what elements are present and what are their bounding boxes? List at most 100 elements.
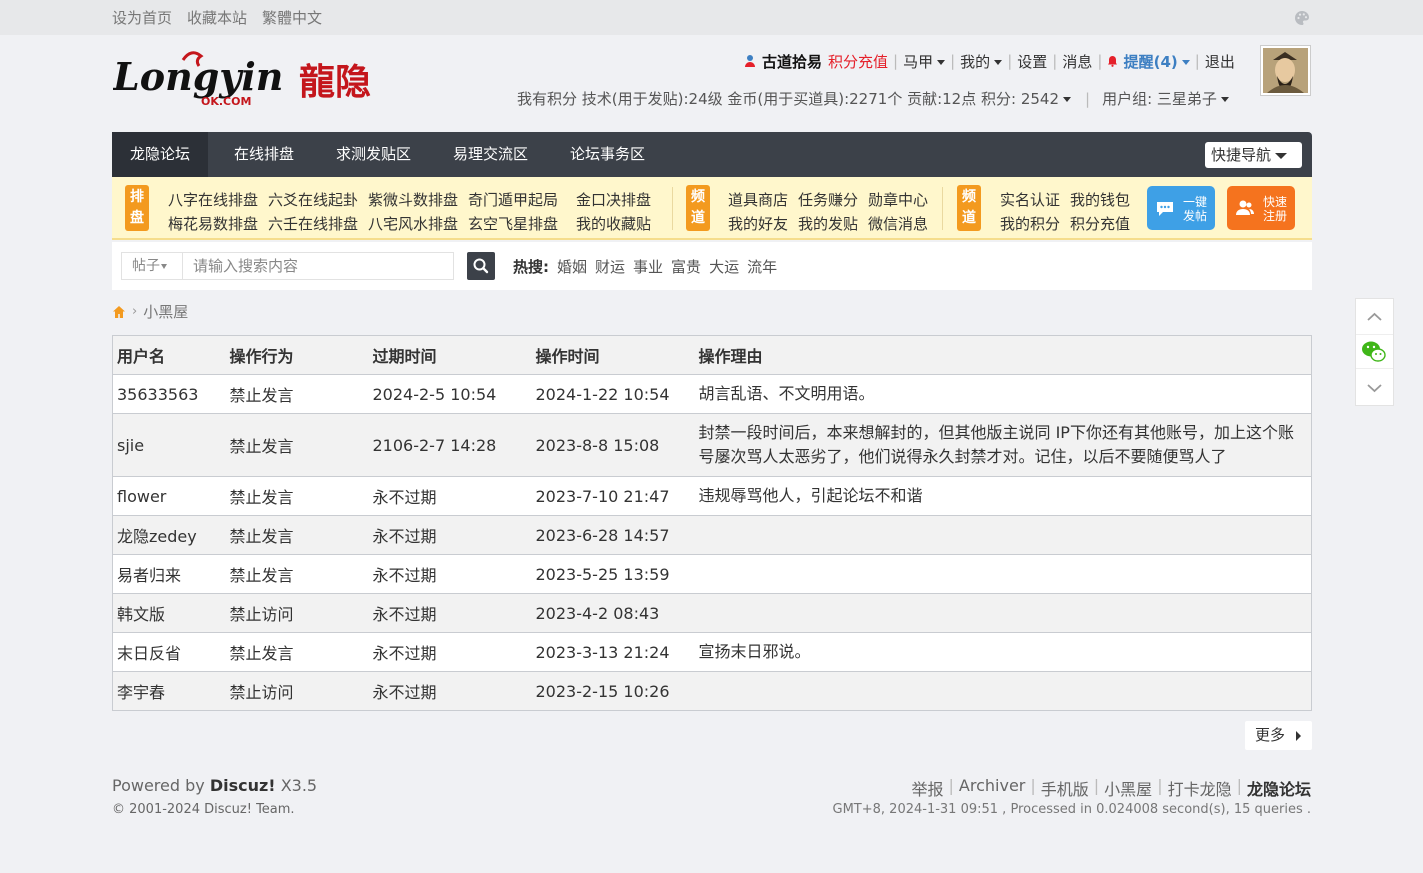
set-homepage-link[interactable]: 设为首页 bbox=[112, 7, 172, 28]
powered-prefix: Powered by bbox=[112, 776, 210, 795]
site-logo[interactable]: Longyin OK.COM 龍隐 bbox=[112, 50, 383, 110]
search-button[interactable] bbox=[467, 252, 495, 280]
more-button[interactable]: 更多 bbox=[1245, 721, 1312, 750]
chevron-down-icon bbox=[1275, 152, 1288, 159]
cell-reason bbox=[694, 593, 1312, 633]
discuz-link[interactable]: Discuz! bbox=[210, 776, 276, 795]
powered-by: Powered by Discuz! X3.5 bbox=[112, 776, 317, 795]
copyright: © 2001-2024 Discuz! Team. bbox=[112, 802, 295, 817]
quick-post-button[interactable]: 一键 发帖 bbox=[1147, 186, 1215, 230]
home-icon[interactable] bbox=[112, 305, 126, 319]
cell-action: 禁止发言 bbox=[225, 476, 369, 516]
top-links: 设为首页 收藏本站 繁體中文 bbox=[112, 7, 322, 28]
cell-reason bbox=[694, 671, 1312, 711]
nav-tab-affairs[interactable]: 论坛事务区 bbox=[552, 132, 663, 177]
my-menu[interactable]: 我的 bbox=[960, 51, 1003, 72]
nav-tab-online-chart[interactable]: 在线排盘 bbox=[216, 132, 312, 177]
usergroup-menu[interactable]: 用户组: 三星弟子 bbox=[1102, 88, 1229, 109]
search-input[interactable] bbox=[182, 252, 454, 280]
recharge-link[interactable]: 积分充值 bbox=[828, 51, 888, 72]
breadcrumb: › 小黑屋 bbox=[112, 301, 188, 322]
sublink-medals[interactable]: 勋章中心 bbox=[868, 189, 928, 210]
hot-search-item[interactable]: 富贵 bbox=[671, 256, 701, 277]
cell-username[interactable]: 韩文版 bbox=[112, 593, 226, 633]
quick-nav-button[interactable]: 快捷导航 bbox=[1205, 142, 1302, 168]
sublink-xuankong[interactable]: 玄空飞星排盘 bbox=[468, 213, 558, 234]
nav-tab-forum[interactable]: 龙隐论坛 bbox=[112, 132, 209, 177]
cell-username[interactable]: 末日反省 bbox=[112, 632, 226, 672]
user-info-bar: 古道拾易 积分充值 | 马甲 | 我的 | 设置 | 消息 | 提醒(4) | … bbox=[744, 50, 1235, 72]
chevron-down-icon bbox=[937, 59, 946, 65]
main-nav: 龙隐论坛 在线排盘 求测发贴区 易理交流区 论坛事务区 快捷导航 bbox=[112, 132, 1312, 177]
site-name-link[interactable]: 龙隐论坛 bbox=[1247, 780, 1311, 799]
logout-link[interactable]: 退出 bbox=[1205, 51, 1235, 72]
report-link[interactable]: 举报 bbox=[912, 776, 944, 800]
blacklist-link[interactable]: 小黑屋 bbox=[1104, 776, 1152, 800]
quick-post-label: 一键 发帖 bbox=[1182, 195, 1207, 223]
sublink-meihua[interactable]: 梅花易数排盘 bbox=[168, 213, 258, 234]
hot-search-item[interactable]: 事业 bbox=[633, 256, 663, 277]
username-link[interactable]: 古道拾易 bbox=[762, 51, 822, 72]
cell-username[interactable]: flower bbox=[112, 476, 226, 516]
sublink-favorites[interactable]: 我的收藏贴 bbox=[576, 213, 651, 234]
chevron-right-icon bbox=[1296, 731, 1301, 741]
messages-link[interactable]: 消息 bbox=[1062, 51, 1092, 72]
cell-reason bbox=[694, 515, 1312, 555]
cell-time: 2023-2-15 10:26 bbox=[531, 671, 695, 711]
sublink-bazi[interactable]: 八字在线排盘 bbox=[168, 189, 258, 210]
my-menu-label: 我的 bbox=[960, 52, 991, 71]
bookmark-site-link[interactable]: 收藏本站 bbox=[187, 7, 247, 28]
sublink-wallet[interactable]: 我的钱包 bbox=[1070, 189, 1130, 210]
sublink-tasks[interactable]: 任务赚分 bbox=[798, 189, 858, 210]
settings-link[interactable]: 设置 bbox=[1017, 51, 1047, 72]
sublink-bazhai[interactable]: 八宅风水排盘 bbox=[368, 213, 458, 234]
sublink-my-posts[interactable]: 我的发贴 bbox=[798, 213, 858, 234]
table-row: flower 禁止发言 永不过期 2023-7-10 21:47 违规辱骂他人，… bbox=[112, 476, 1312, 516]
cell-username[interactable]: 易者归来 bbox=[112, 554, 226, 594]
sublink-my-credits[interactable]: 我的积分 bbox=[1000, 213, 1060, 234]
hot-search-item[interactable]: 大运 bbox=[709, 256, 739, 277]
cell-time: 2023-4-2 08:43 bbox=[531, 593, 695, 633]
cell-username[interactable]: sjie bbox=[112, 413, 226, 477]
search-type-select[interactable]: 帖子 bbox=[121, 252, 182, 280]
sublink-friends[interactable]: 我的好友 bbox=[728, 213, 788, 234]
archiver-link[interactable]: Archiver bbox=[959, 776, 1025, 800]
quick-register-button[interactable]: 快速 注册 bbox=[1227, 186, 1295, 230]
scroll-top-button[interactable] bbox=[1356, 299, 1393, 334]
col-header-time: 操作时间 bbox=[531, 335, 695, 375]
table-header-row: 用户名 操作行为 过期时间 操作时间 操作理由 bbox=[112, 335, 1312, 375]
palette-icon[interactable] bbox=[1294, 10, 1310, 26]
cell-username[interactable]: 李宇春 bbox=[112, 671, 226, 711]
col-header-reason: 操作理由 bbox=[694, 335, 1312, 375]
cell-time: 2024-1-22 10:54 bbox=[531, 374, 695, 414]
scroll-bottom-button[interactable] bbox=[1356, 370, 1393, 405]
sublink-jinkou[interactable]: 金口决排盘 bbox=[576, 189, 651, 210]
hot-search-item[interactable]: 婚姻 bbox=[557, 256, 587, 277]
hot-search-item[interactable]: 财运 bbox=[595, 256, 625, 277]
sublink-ziwei[interactable]: 紫微斗数排盘 bbox=[368, 189, 458, 210]
sublink-wechat[interactable]: 微信消息 bbox=[868, 213, 928, 234]
cell-username[interactable]: 龙隐zedey bbox=[112, 515, 226, 555]
table-row: 35633563 禁止发言 2024-2-5 10:54 2024-1-22 1… bbox=[112, 374, 1312, 414]
sublink-recharge[interactable]: 积分充值 bbox=[1070, 213, 1130, 234]
credits-menu[interactable]: 我有积分 技术(用于发贴):24级 金币(用于买道具):2271个 贡献:12点… bbox=[517, 88, 1071, 109]
traditional-chinese-link[interactable]: 繁體中文 bbox=[262, 7, 322, 28]
avatar[interactable] bbox=[1260, 45, 1311, 96]
nav-tab-request[interactable]: 求测发贴区 bbox=[318, 132, 429, 177]
mobile-link[interactable]: 手机版 bbox=[1041, 776, 1089, 800]
wechat-button[interactable] bbox=[1356, 334, 1393, 369]
cell-reason: 封禁一段时间后，本来想解封的，但其他版主说同 IP下你还有其他账号，加上这个账号… bbox=[694, 413, 1312, 477]
sublink-verify[interactable]: 实名认证 bbox=[1000, 189, 1060, 210]
sublink-liuren[interactable]: 六壬在线排盘 bbox=[268, 213, 358, 234]
nav-tab-exchange[interactable]: 易理交流区 bbox=[435, 132, 546, 177]
hot-search-item[interactable]: 流年 bbox=[747, 256, 777, 277]
cell-username[interactable]: 35633563 bbox=[112, 374, 226, 414]
sublink-shop[interactable]: 道具商店 bbox=[728, 189, 788, 210]
sockpuppet-menu[interactable]: 马甲 bbox=[903, 51, 946, 72]
reminder-menu[interactable]: 提醒(4) bbox=[1107, 51, 1190, 72]
sublink-qimen[interactable]: 奇门遁甲起局 bbox=[468, 189, 558, 210]
checkin-link[interactable]: 打卡龙隐 bbox=[1168, 776, 1232, 800]
breadcrumb-separator-icon: › bbox=[132, 304, 138, 319]
sublink-liuyao[interactable]: 六爻在线起卦 bbox=[268, 189, 358, 210]
cell-reason bbox=[694, 554, 1312, 594]
